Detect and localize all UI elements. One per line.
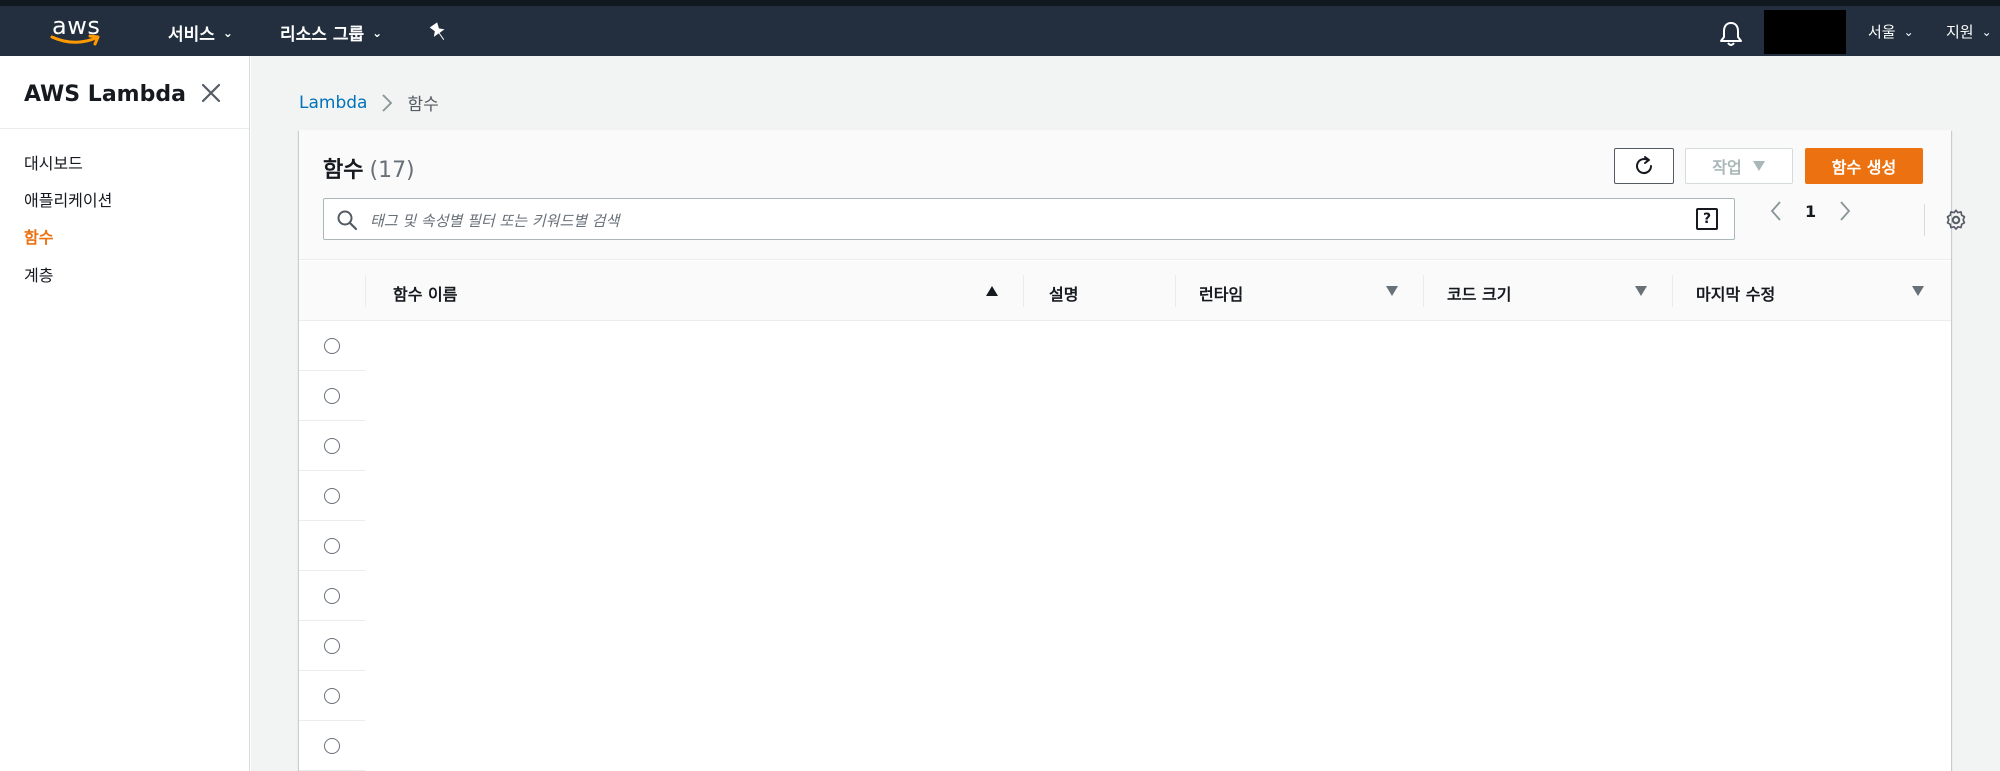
- sort-ascending-icon[interactable]: [985, 285, 999, 297]
- functions-panel: 함수 (17) 작업 함수 생성 태그 및 속성별 필터 또는 키워드별 검색 …: [299, 130, 1966, 771]
- sidebar-title: AWS Lambda: [24, 82, 186, 107]
- support-label: 지원: [1946, 23, 1974, 41]
- chevron-right-icon[interactable]: [1838, 200, 1852, 222]
- region-menu[interactable]: 서울 ⌄: [1868, 21, 1914, 42]
- chevron-right-icon: [382, 93, 393, 112]
- column-separator: [1672, 275, 1673, 307]
- search-input[interactable]: 태그 및 속성별 필터 또는 키워드별 검색 ?: [323, 198, 1735, 240]
- bell-icon[interactable]: [1718, 20, 1744, 48]
- row-select-radio[interactable]: [324, 588, 340, 604]
- close-icon[interactable]: [198, 80, 224, 106]
- resource-groups-menu[interactable]: 리소스 그룹 ⌄: [280, 20, 382, 45]
- page-title: 함수 (17): [323, 152, 415, 184]
- table-row[interactable]: [299, 371, 365, 421]
- sort-descending-icon[interactable]: [1911, 285, 1925, 297]
- refresh-button[interactable]: [1614, 148, 1674, 184]
- refresh-icon: [1636, 156, 1653, 175]
- column-header-last-modified[interactable]: 마지막 수정: [1696, 281, 1775, 305]
- column-separator: [1023, 275, 1024, 307]
- chevron-down-icon: ⌄: [1903, 24, 1914, 39]
- functions-panel-header: 함수 (17) 작업 함수 생성 태그 및 속성별 필터 또는 키워드별 검색 …: [299, 130, 1966, 260]
- top-navigation-bar: aws 서비스 ⌄ 리소스 그룹 ⌄ 서울 ⌄ 지원 ⌄: [0, 0, 2000, 56]
- chevron-down-icon: ⌄: [222, 25, 233, 40]
- sidebar-item-layers[interactable]: 계층: [24, 262, 53, 286]
- sidebar: AWS Lambda 대시보드 애플리케이션 함수 계층: [0, 56, 250, 771]
- chevron-left-icon[interactable]: [1769, 200, 1783, 222]
- table-row[interactable]: [299, 521, 365, 571]
- row-select-radio[interactable]: [324, 638, 340, 654]
- table-row[interactable]: [299, 571, 365, 621]
- pagination: 1: [1769, 200, 1852, 222]
- column-header-code-size[interactable]: 코드 크기: [1447, 281, 1511, 305]
- breadcrumb-lambda-link[interactable]: Lambda: [299, 93, 367, 113]
- row-select-radio[interactable]: [324, 538, 340, 554]
- row-select-radio[interactable]: [324, 488, 340, 504]
- table-row[interactable]: [299, 471, 365, 521]
- current-page-number[interactable]: 1: [1805, 202, 1816, 221]
- aws-smile-icon: [50, 34, 100, 46]
- services-label: 서비스: [168, 25, 215, 45]
- caret-down-icon: [1752, 161, 1765, 171]
- table-row[interactable]: [299, 621, 365, 671]
- table-header: 함수 이름 설명 런타임 코드 크기 마지막 수정: [299, 261, 1951, 321]
- row-select-radio[interactable]: [324, 338, 340, 354]
- pager-divider: [1924, 204, 1925, 236]
- search-placeholder: 태그 및 속성별 필터 또는 키워드별 검색: [370, 212, 620, 230]
- table-row[interactable]: [299, 421, 365, 471]
- table-row[interactable]: [299, 671, 365, 721]
- sidebar-item-dashboard[interactable]: 대시보드: [24, 150, 83, 174]
- row-select-radio[interactable]: [324, 738, 340, 754]
- sort-descending-icon[interactable]: [1385, 285, 1399, 297]
- functions-title: 함수: [323, 158, 364, 183]
- row-select-radio[interactable]: [324, 688, 340, 704]
- chevron-down-icon: ⌄: [372, 25, 383, 40]
- create-function-button[interactable]: 함수 생성: [1805, 148, 1923, 184]
- column-header-description[interactable]: 설명: [1049, 281, 1078, 305]
- column-header-runtime[interactable]: 런타임: [1199, 281, 1243, 305]
- functions-count: (17): [369, 158, 415, 183]
- column-separator: [1175, 275, 1176, 307]
- resource-groups-label: 리소스 그룹: [280, 25, 365, 45]
- search-help-icon[interactable]: ?: [1696, 208, 1718, 230]
- breadcrumb: Lambda 함수: [299, 90, 439, 116]
- row-select-radio[interactable]: [324, 438, 340, 454]
- table-row[interactable]: [299, 321, 365, 371]
- actions-button[interactable]: 작업: [1685, 148, 1793, 184]
- region-label: 서울: [1868, 23, 1896, 41]
- sidebar-item-functions[interactable]: 함수: [24, 224, 53, 248]
- search-icon: [337, 210, 358, 231]
- services-menu[interactable]: 서비스 ⌄: [168, 20, 233, 45]
- support-menu[interactable]: 지원 ⌄: [1946, 21, 1992, 42]
- table-body: [299, 321, 1951, 771]
- chevron-down-icon: ⌄: [1981, 24, 1992, 39]
- column-header-function-name[interactable]: 함수 이름: [393, 281, 457, 305]
- column-separator: [1423, 275, 1424, 307]
- breadcrumb-current: 함수: [407, 95, 439, 115]
- account-menu[interactable]: [1764, 10, 1846, 54]
- row-select-radio[interactable]: [324, 388, 340, 404]
- main-content: Lambda 함수 함수 (17) 작업 함수 생성 태그 및 속성별 필터 또…: [251, 56, 2000, 771]
- gear-icon[interactable]: [1944, 208, 1968, 232]
- aws-logo[interactable]: aws: [48, 12, 104, 48]
- actions-label: 작업: [1712, 158, 1742, 177]
- column-separator: [365, 275, 366, 307]
- sort-descending-icon[interactable]: [1634, 285, 1648, 297]
- pin-icon[interactable]: [428, 20, 450, 44]
- sidebar-divider: [0, 128, 249, 129]
- sidebar-item-applications[interactable]: 애플리케이션: [24, 187, 112, 211]
- table-row[interactable]: [299, 721, 365, 771]
